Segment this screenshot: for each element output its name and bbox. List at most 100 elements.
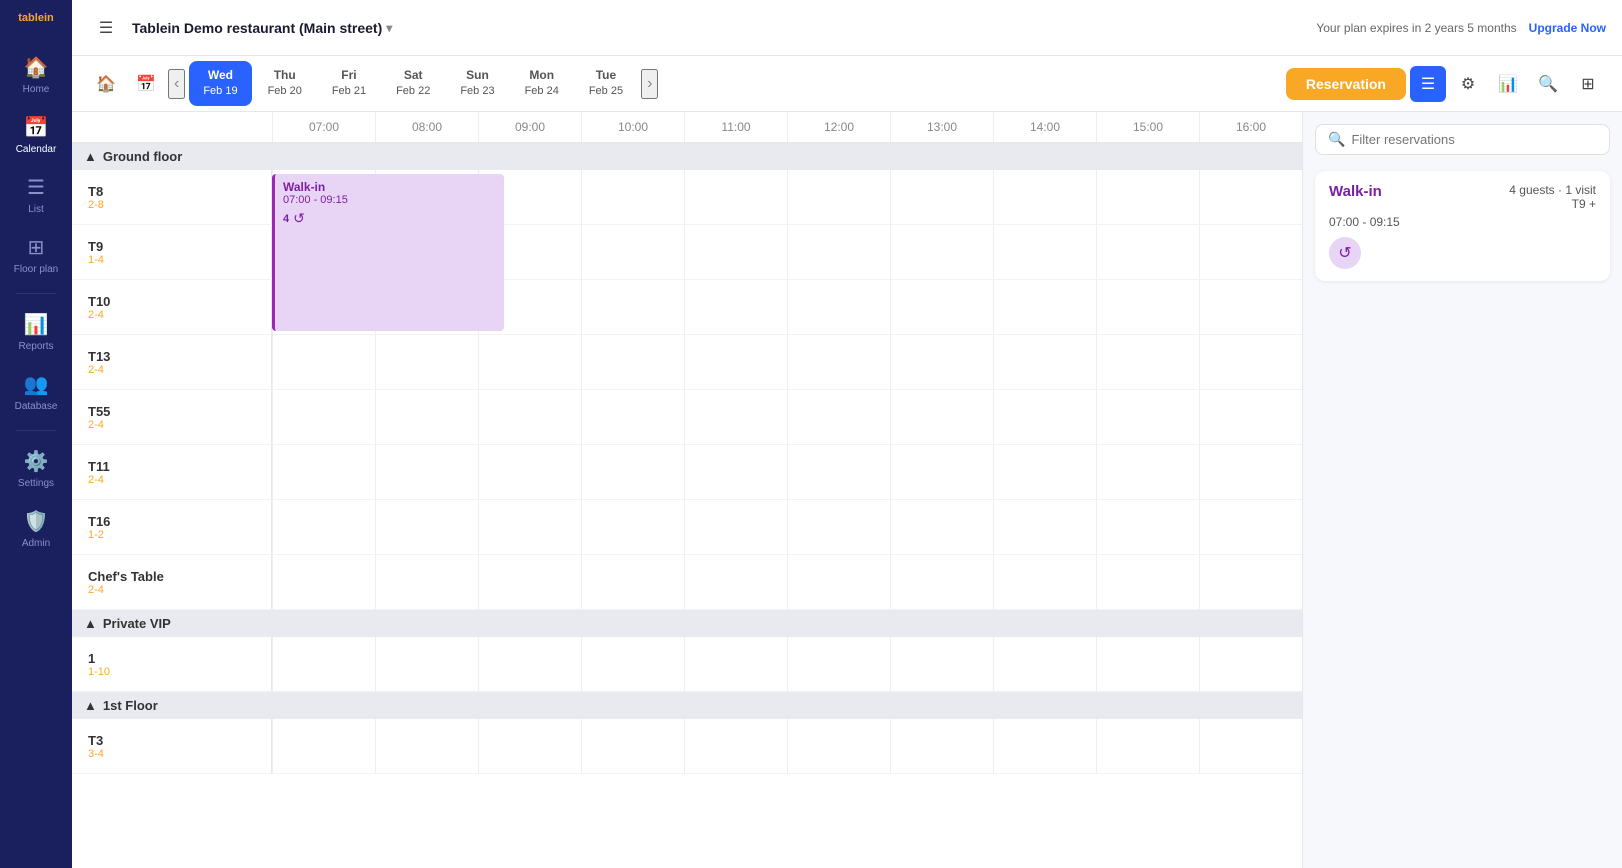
grid-cell bbox=[1199, 555, 1302, 609]
grid-cell bbox=[375, 390, 478, 444]
filter-button[interactable]: ⚙ bbox=[1450, 66, 1486, 102]
sidebar-divider-2 bbox=[16, 430, 56, 431]
table-row-1: 1 1-10 bbox=[72, 637, 1302, 692]
sidebar-item-home[interactable]: 🏠 Home bbox=[0, 45, 72, 105]
grid-cell bbox=[787, 170, 890, 224]
time-slot-13: 13:00 bbox=[890, 112, 993, 142]
date-tab-fri[interactable]: Fri Feb 21 bbox=[318, 61, 380, 105]
sidebar-toggle-button[interactable]: ☰ bbox=[88, 10, 124, 46]
grid-cell bbox=[478, 719, 581, 773]
grid-cell bbox=[684, 225, 787, 279]
grid-cell bbox=[1199, 390, 1302, 444]
grid-cell bbox=[993, 170, 1096, 224]
section-title: 1st Floor bbox=[103, 698, 158, 713]
search-icon: 🔍 bbox=[1328, 131, 1345, 148]
upgrade-button[interactable]: Upgrade Now bbox=[1529, 21, 1606, 35]
table-label-t3: T3 3-4 bbox=[72, 719, 272, 773]
date-day: Feb 25 bbox=[589, 84, 623, 99]
grid-cell bbox=[581, 719, 684, 773]
table-label-t13: T13 2-4 bbox=[72, 335, 272, 389]
table-name: T9 bbox=[88, 239, 255, 254]
table-capacity: 1-10 bbox=[88, 666, 255, 678]
date-tab-thu[interactable]: Thu Feb 20 bbox=[254, 61, 316, 105]
filter-reservations-input[interactable] bbox=[1351, 132, 1597, 147]
date-dow: Mon bbox=[529, 67, 554, 84]
settings-icon: ⚙️ bbox=[24, 449, 49, 474]
table-name: T10 bbox=[88, 294, 255, 309]
grid-cell bbox=[890, 280, 993, 334]
walkin-reservation-card[interactable]: Walk-in 4 guests · 1 visit T9 + 07:00 - … bbox=[1315, 171, 1610, 281]
grid-view-button[interactable]: ⊞ bbox=[1570, 66, 1606, 102]
sidebar-item-list[interactable]: ☰ List bbox=[0, 165, 72, 225]
date-tab-sat[interactable]: Sat Feb 22 bbox=[382, 61, 444, 105]
time-slot-15: 15:00 bbox=[1096, 112, 1199, 142]
date-day: Feb 24 bbox=[525, 84, 559, 99]
content-area: 07:00 08:00 09:00 10:00 11:00 12:00 13:0… bbox=[72, 112, 1622, 868]
grid-cell bbox=[993, 445, 1096, 499]
grid-cell bbox=[993, 555, 1096, 609]
date-tab-wed[interactable]: Wed Feb 19 bbox=[189, 61, 251, 105]
sidebar-item-settings[interactable]: ⚙️ Settings bbox=[0, 439, 72, 499]
table-label-t16: T16 1-2 bbox=[72, 500, 272, 554]
date-dow: Sun bbox=[466, 67, 489, 84]
grid-cell bbox=[1096, 335, 1199, 389]
sidebar-item-calendar[interactable]: 📅 Calendar bbox=[0, 105, 72, 165]
section-1st-floor[interactable]: ▲ 1st Floor bbox=[72, 692, 1302, 719]
grid-cell bbox=[890, 637, 993, 691]
section-private-vip[interactable]: ▲ Private VIP bbox=[72, 610, 1302, 637]
table-capacity: 3-4 bbox=[88, 748, 255, 760]
sidebar-item-admin[interactable]: 🛡️ Admin bbox=[0, 499, 72, 559]
walkin-time: 07:00 - 09:15 bbox=[1329, 215, 1596, 229]
table-row-t55: T55 2-4 bbox=[72, 390, 1302, 445]
res-time: 07:00 - 09:15 bbox=[283, 194, 496, 206]
grid-cell bbox=[684, 445, 787, 499]
grid-cell bbox=[1199, 445, 1302, 499]
restaurant-selector[interactable]: Tablein Demo restaurant (Main street) ▾ bbox=[132, 20, 392, 36]
grid-cell bbox=[993, 280, 1096, 334]
date-dow: Wed bbox=[208, 67, 233, 84]
walkin-reservation-block[interactable]: Walk-in 07:00 - 09:15 4 ↺ bbox=[272, 174, 504, 331]
grid-cell bbox=[890, 500, 993, 554]
calendar-grid[interactable]: 07:00 08:00 09:00 10:00 11:00 12:00 13:0… bbox=[72, 112, 1302, 868]
sidebar-item-database[interactable]: 👥 Database bbox=[0, 362, 72, 422]
sidebar-item-reports[interactable]: 📊 Reports bbox=[0, 302, 72, 362]
res-guests: 4 bbox=[283, 213, 289, 225]
table-row-t3: T3 3-4 bbox=[72, 719, 1302, 774]
date-tab-mon[interactable]: Mon Feb 24 bbox=[511, 61, 573, 105]
table-name: T3 bbox=[88, 733, 255, 748]
table-capacity: 1-4 bbox=[88, 254, 255, 266]
table-grid-1 bbox=[272, 637, 1302, 691]
grid-cell bbox=[993, 225, 1096, 279]
table-capacity: 2-4 bbox=[88, 419, 255, 431]
next-date-button[interactable]: › bbox=[641, 69, 658, 99]
prev-date-button[interactable]: ‹ bbox=[168, 69, 185, 99]
grid-cell bbox=[787, 637, 890, 691]
section-ground-floor[interactable]: ▲ Ground floor bbox=[72, 143, 1302, 170]
sidebar-item-label: Home bbox=[23, 84, 50, 95]
time-slot-16: 16:00 bbox=[1199, 112, 1302, 142]
table-name: T8 bbox=[88, 184, 255, 199]
time-header: 07:00 08:00 09:00 10:00 11:00 12:00 13:0… bbox=[72, 112, 1302, 143]
home-icon: 🏠 bbox=[24, 55, 49, 80]
table-capacity: 2-4 bbox=[88, 364, 255, 376]
home-nav-button[interactable]: 🏠 bbox=[88, 66, 124, 102]
grid-cell bbox=[581, 637, 684, 691]
calendar-icon: 📅 bbox=[24, 115, 49, 140]
calendar-nav-button[interactable]: 📅 bbox=[128, 66, 164, 102]
sidebar-item-floor-plan[interactable]: ⊞ Floor plan bbox=[0, 225, 72, 285]
grid-cell bbox=[1096, 445, 1199, 499]
table-row-t10: T10 2-4 bbox=[72, 280, 1302, 335]
date-tab-tue[interactable]: Tue Feb 25 bbox=[575, 61, 637, 105]
search-button[interactable]: 🔍 bbox=[1530, 66, 1566, 102]
reservation-button[interactable]: Reservation bbox=[1286, 68, 1406, 100]
grid-cell bbox=[684, 500, 787, 554]
date-tab-sun[interactable]: Sun Feb 23 bbox=[446, 61, 508, 105]
chart-button[interactable]: 📊 bbox=[1490, 66, 1526, 102]
grid-cell bbox=[1096, 500, 1199, 554]
grid-cell bbox=[684, 280, 787, 334]
list-view-button[interactable]: ☰ bbox=[1410, 66, 1446, 102]
grid-cell bbox=[787, 500, 890, 554]
section-title: Ground floor bbox=[103, 149, 182, 164]
avatar-icon: ↺ bbox=[1338, 243, 1351, 263]
table-row-t13: T13 2-4 bbox=[72, 335, 1302, 390]
